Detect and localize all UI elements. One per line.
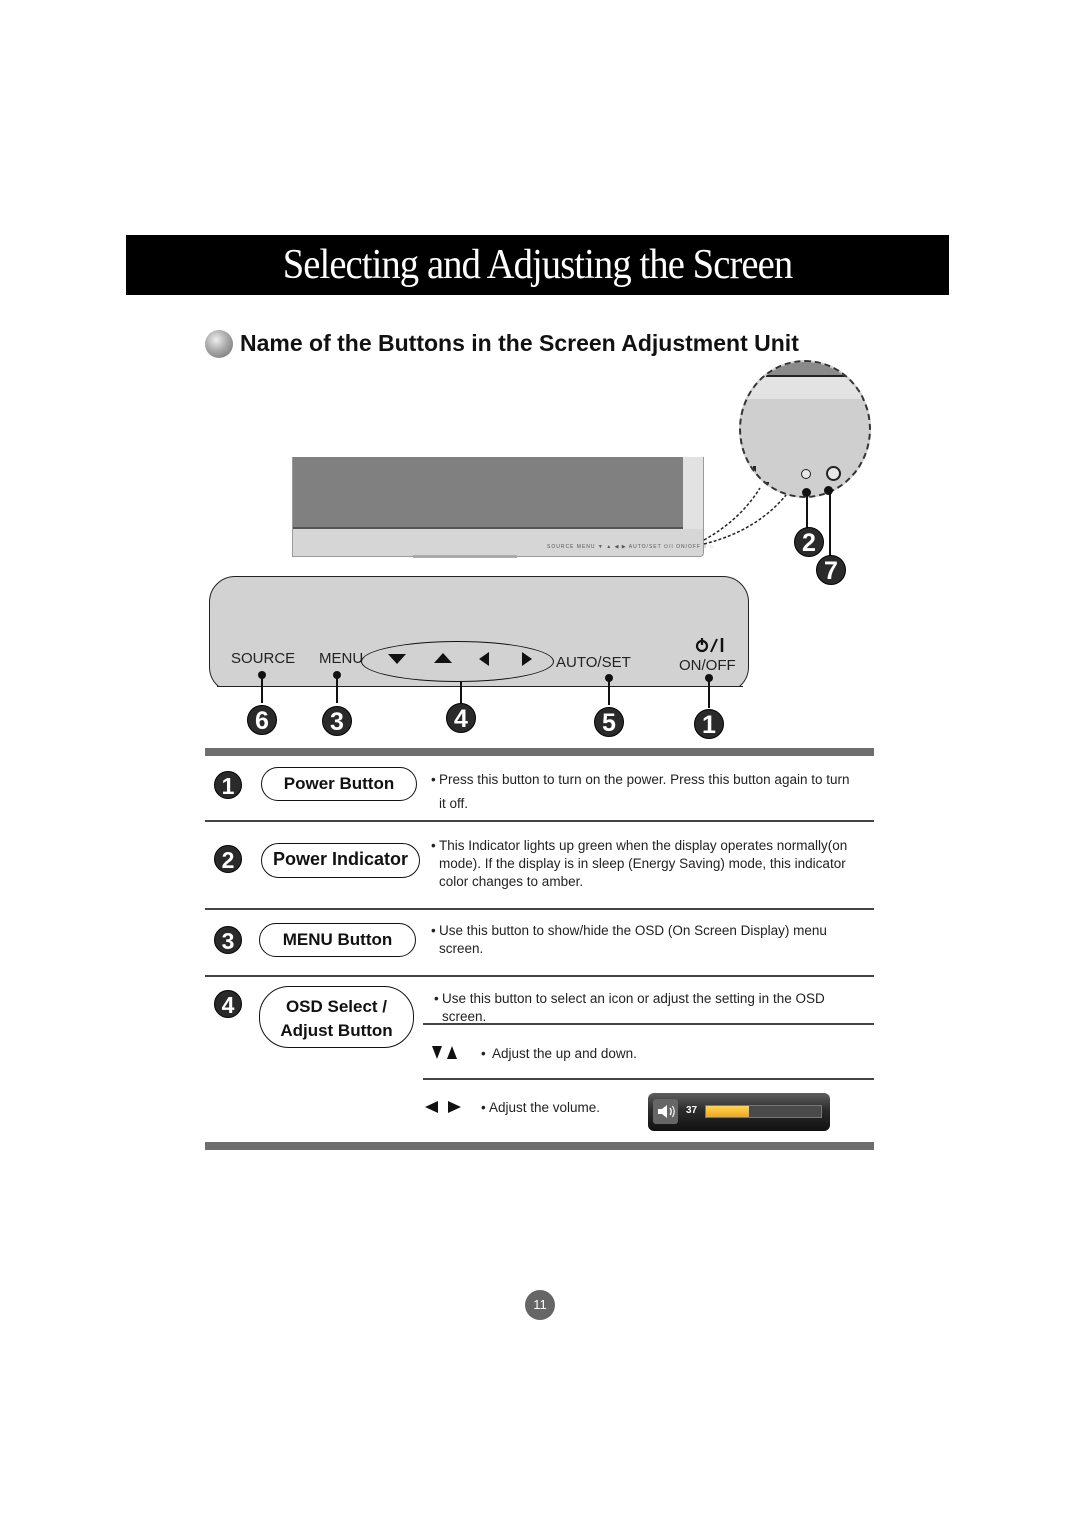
power-indicator-label: Power Indicator — [261, 843, 420, 878]
volume-bar-fill — [706, 1106, 749, 1117]
row-number: 4 — [214, 990, 242, 1018]
volume-bar-track — [705, 1105, 822, 1118]
volume-description: • Adjust the volume. — [481, 1100, 601, 1115]
label-line: Adjust Button — [280, 1021, 393, 1040]
section-title: Name of the Buttons in the Screen Adjust… — [240, 330, 799, 356]
osd-select-description: • Use this button to select an icon or ad… — [434, 991, 825, 1024]
volume-value: 37 — [686, 1105, 698, 1116]
zoom-switch-mark — [761, 482, 769, 484]
down-arrow-icon — [388, 654, 406, 664]
row-number: 1 — [214, 771, 242, 799]
table-top-rule — [205, 748, 874, 756]
row-number: 3 — [214, 926, 242, 954]
description-text: Adjust the volume. — [489, 1100, 601, 1115]
description-text: Press this button to turn on the power. … — [439, 772, 850, 811]
up-down-description: • Adjust the up and down. — [481, 1046, 637, 1061]
menu-button-label: MENU — [319, 650, 364, 667]
label-line: OSD Select / — [285, 997, 388, 1016]
zoom-light-band — [741, 377, 869, 399]
source-button-label: SOURCE — [231, 650, 296, 667]
callout-number: 2 — [794, 527, 824, 557]
monitor-screen — [293, 457, 683, 529]
menu-button-label: MENU Button — [259, 923, 416, 957]
page-title: Selecting and Adjusting the Screen — [282, 242, 793, 288]
zoom-switch-mark — [753, 466, 756, 478]
left-arrow-icon — [425, 1101, 438, 1113]
callout-number: 4 — [446, 703, 476, 733]
osd-select-adjust-label: OSD Select / Adjust Button — [259, 986, 414, 1048]
description-text: Adjust the up and down. — [492, 1046, 637, 1061]
monitor-stand — [413, 555, 517, 558]
callout-line — [460, 681, 462, 703]
callout-number: 6 — [247, 705, 277, 735]
power-symbol-icon — [695, 636, 727, 659]
monitor-illustration: SOURCE MENU ▼ ▲ ◀ ▶ AUTO/SET ⏻/I ON/OFF … — [292, 457, 713, 558]
callout-line — [829, 493, 831, 557]
volume-osd-example: 37 — [648, 1093, 830, 1131]
callout-line — [708, 681, 710, 708]
up-arrow-icon — [447, 1046, 457, 1059]
power-sensor-icon — [826, 466, 841, 481]
control-panel-base — [217, 686, 743, 695]
power-indicator-led — [801, 469, 811, 479]
auto-set-button-label: AUTO/SET — [556, 654, 631, 671]
callout-line — [608, 681, 610, 705]
monitor-mini-controls: SOURCE MENU ▼ ▲ ◀ ▶ AUTO/SET ⏻/I ON/OFF … — [547, 544, 714, 550]
callout-line — [261, 678, 263, 703]
description-text: Use this button to select an icon or adj… — [442, 991, 825, 1024]
title-banner: Selecting and Adjusting the Screen — [126, 235, 949, 295]
description-text: This Indicator lights up green when the … — [439, 838, 848, 889]
section-bullet-icon — [205, 330, 233, 358]
row-divider — [205, 908, 874, 910]
right-arrow-icon — [522, 652, 532, 666]
description-text: Use this button to show/hide the OSD (On… — [439, 923, 827, 956]
callout-line — [806, 495, 808, 528]
power-indicator-description: • This Indicator lights up green when the… — [431, 838, 848, 889]
speaker-icon — [653, 1099, 678, 1124]
callout-number: 5 — [594, 707, 624, 737]
on-off-button-label: ON/OFF — [679, 657, 736, 674]
page-number: 11 — [525, 1290, 555, 1320]
sub-row-divider — [423, 1023, 874, 1025]
callout-number: 3 — [322, 706, 352, 736]
sub-row-divider — [423, 1078, 874, 1080]
right-arrow-icon — [448, 1101, 461, 1113]
power-icon — [695, 638, 724, 653]
row-divider — [205, 975, 874, 977]
zoom-bezel-band — [741, 362, 869, 376]
callout-number: 7 — [816, 555, 846, 585]
callout-number: 1 — [694, 709, 724, 739]
speaker-glyph — [658, 1105, 675, 1118]
left-arrow-icon — [479, 652, 489, 666]
power-button-description: • Press this button to turn on the power.… — [431, 772, 850, 811]
row-divider — [205, 820, 874, 822]
up-arrow-icon — [434, 653, 452, 663]
table-bottom-rule — [205, 1142, 874, 1150]
menu-button-description: • Use this button to show/hide the OSD (O… — [431, 923, 827, 956]
power-button-label: Power Button — [261, 767, 417, 801]
callout-line — [336, 678, 338, 703]
row-number: 2 — [214, 845, 242, 873]
down-arrow-icon — [432, 1046, 442, 1059]
